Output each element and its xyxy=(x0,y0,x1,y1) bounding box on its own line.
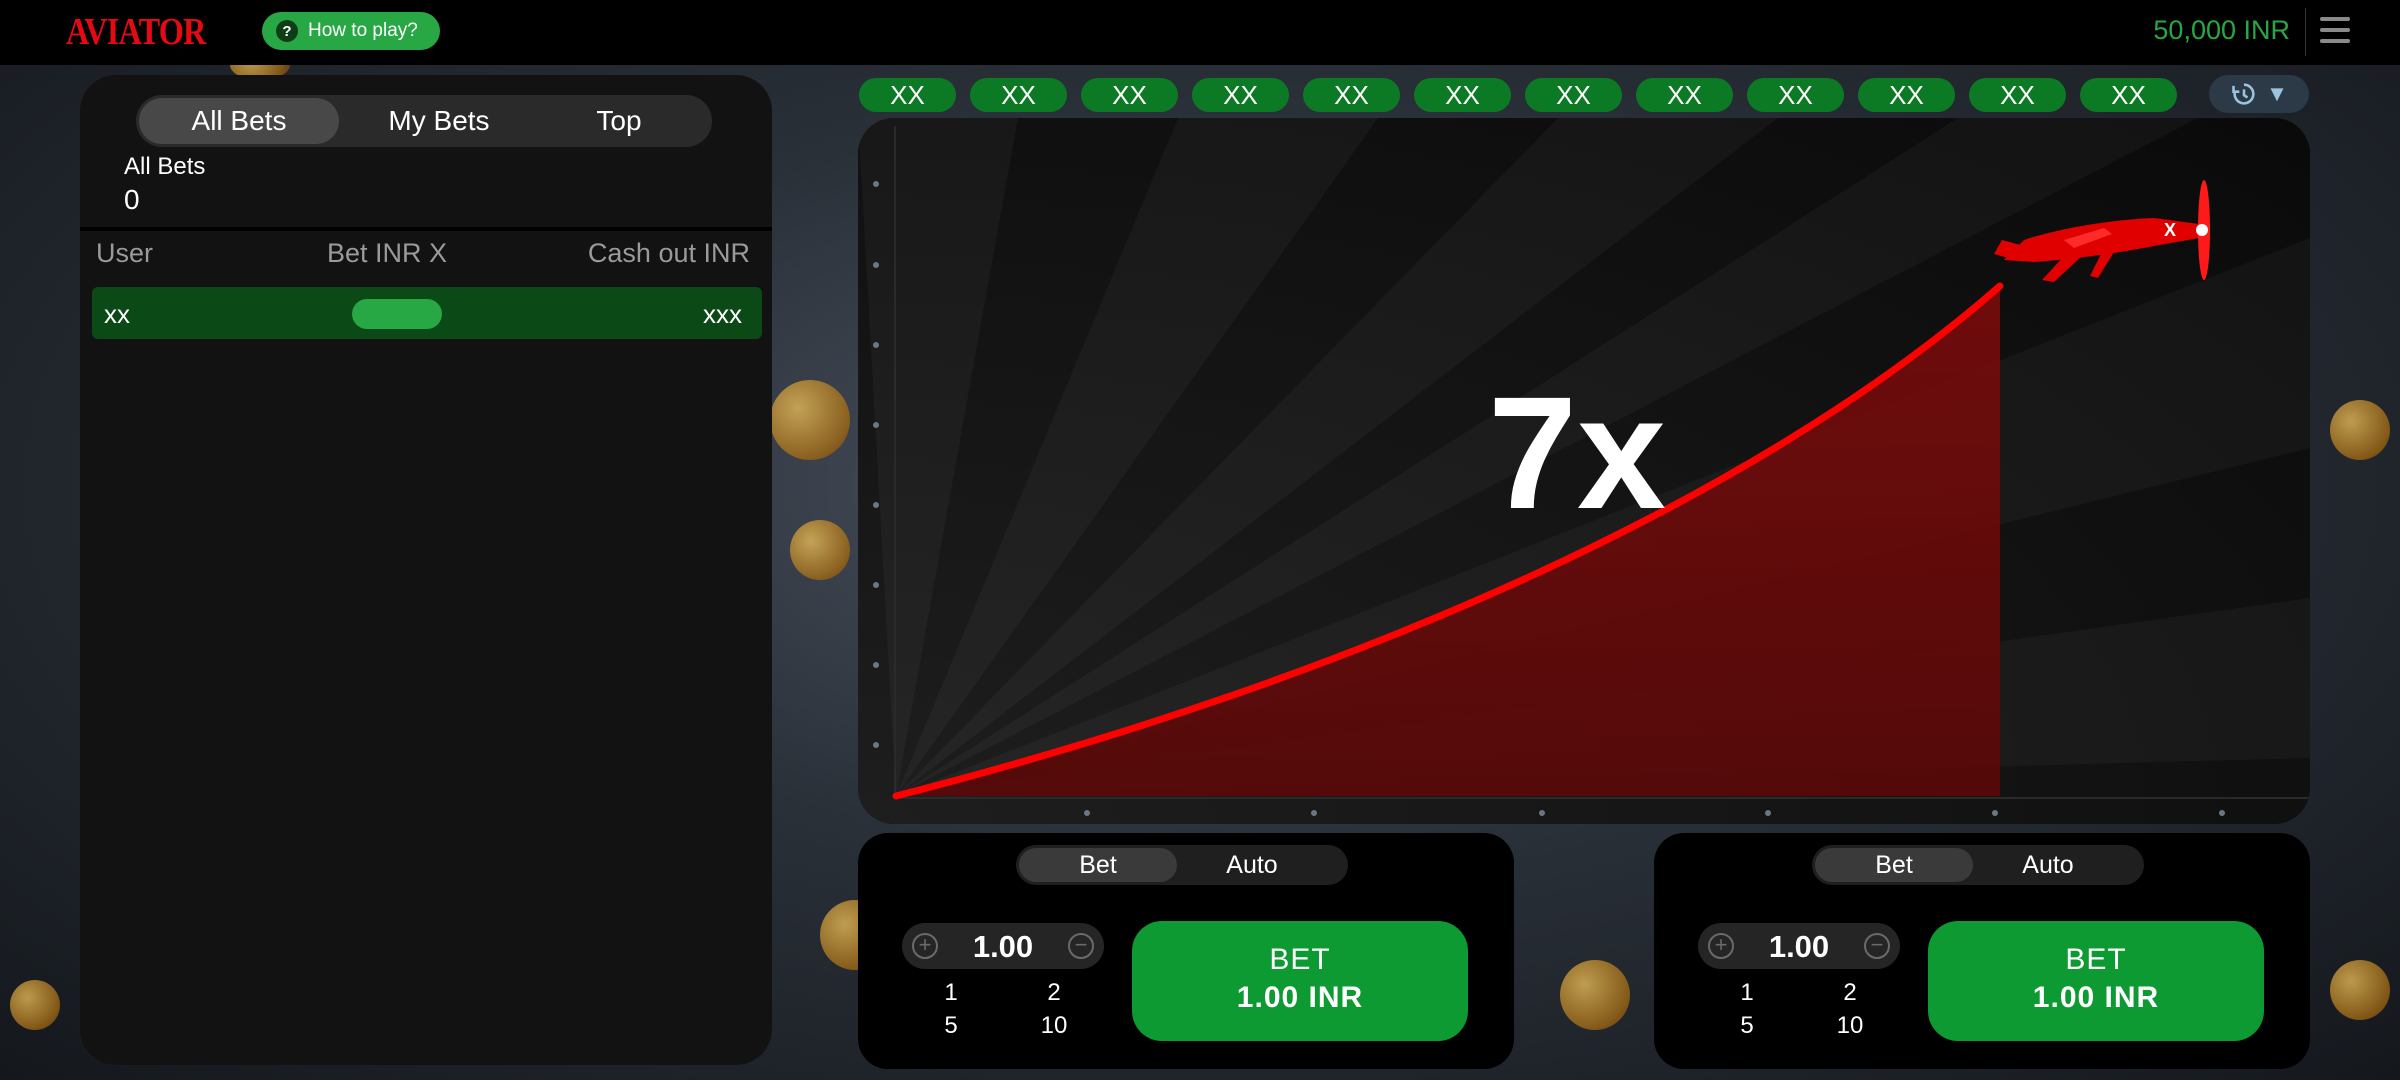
quick-amount-5[interactable]: 5 xyxy=(1717,1012,1777,1040)
bet-auto-toggle: Bet Auto xyxy=(1812,845,2144,885)
history-strip: XX XX XX XX XX XX XX XX XX XX XX XX xyxy=(859,78,2177,112)
tab-all-bets[interactable]: All Bets xyxy=(139,98,339,144)
top-bar: AVIATOR ? How to play? 50,000 INR xyxy=(0,0,2400,65)
bet-mode-tab[interactable]: Bet xyxy=(1815,848,1973,882)
minus-icon[interactable]: − xyxy=(1068,933,1094,959)
bet-auto-toggle: Bet Auto xyxy=(1016,845,1348,885)
history-chip[interactable]: XX xyxy=(1747,78,1844,112)
bet-button[interactable]: BET 1.00 INR xyxy=(1132,921,1468,1041)
history-toggle-button[interactable]: ▼ xyxy=(2209,75,2309,113)
history-icon xyxy=(2232,83,2255,105)
auto-mode-tab[interactable]: Auto xyxy=(1973,848,2123,882)
quick-amount-10[interactable]: 10 xyxy=(1820,1012,1880,1040)
column-header-cashout: Cash out INR xyxy=(587,238,750,268)
bet-panel-1: Bet Auto + 1.00 − 1 2 5 10 BET 1.00 INR xyxy=(858,833,1514,1069)
bet-button-amount: 1.00 INR xyxy=(2032,981,2160,1014)
history-chip[interactable]: XX xyxy=(1192,78,1289,112)
row-cash-out: xxx xyxy=(703,299,742,329)
balance-display: 50,000 INR xyxy=(2153,15,2290,45)
question-icon: ? xyxy=(276,20,298,42)
amount-stepper: + 1.00 − xyxy=(902,923,1104,969)
auto-mode-tab[interactable]: Auto xyxy=(1177,848,1327,882)
history-chip[interactable]: XX xyxy=(1081,78,1178,112)
quick-amount-1[interactable]: 1 xyxy=(1717,979,1777,1007)
history-chip[interactable]: XX xyxy=(1303,78,1400,112)
tab-top[interactable]: Top xyxy=(539,98,699,144)
history-chip[interactable]: XX xyxy=(1969,78,2066,112)
bets-table-header: User Bet INR X Cash out INR xyxy=(80,238,772,278)
header-separator xyxy=(80,227,772,231)
how-to-play-button[interactable]: ? How to play? xyxy=(262,12,440,50)
menu-icon[interactable] xyxy=(2320,17,2350,43)
tab-my-bets[interactable]: My Bets xyxy=(339,98,539,144)
bets-tabs: All Bets My Bets Top xyxy=(136,95,712,147)
bet-button-label: BET xyxy=(1269,943,1331,976)
column-header-user: User xyxy=(96,238,154,268)
bet-mode-tab[interactable]: Bet xyxy=(1019,848,1177,882)
history-chip[interactable]: XX xyxy=(859,78,956,112)
bets-panel: All Bets My Bets Top All Bets 0 User Bet… xyxy=(80,75,772,1065)
history-chip[interactable]: XX xyxy=(1414,78,1511,112)
history-chip[interactable]: XX xyxy=(1858,78,1955,112)
svg-text:X: X xyxy=(2164,220,2176,240)
minus-icon[interactable]: − xyxy=(1864,933,1890,959)
history-chip[interactable]: XX xyxy=(970,78,1067,112)
bet-button-amount: 1.00 INR xyxy=(1236,981,1364,1014)
quick-amount-2[interactable]: 2 xyxy=(1024,979,1084,1007)
multiplier-display: 7x xyxy=(1488,363,1666,542)
row-user: xx xyxy=(104,299,130,329)
table-row: xx xxx xyxy=(92,287,762,339)
bet-button-label: BET xyxy=(2065,943,2127,976)
aviator-logo: AVIATOR xyxy=(66,11,206,53)
chevron-down-icon: ▼ xyxy=(2266,81,2288,106)
row-bet-pill xyxy=(352,299,442,329)
quick-amount-5[interactable]: 5 xyxy=(921,1012,981,1040)
quick-amount-1[interactable]: 1 xyxy=(921,979,981,1007)
bet-panel-2: Bet Auto + 1.00 − 1 2 5 10 BET 1.00 INR xyxy=(1654,833,2310,1069)
how-to-play-label: How to play? xyxy=(308,20,418,41)
history-chip[interactable]: XX xyxy=(2080,78,2177,112)
all-bets-label: All Bets xyxy=(124,153,206,180)
amount-stepper: + 1.00 − xyxy=(1698,923,1900,969)
column-header-bet: Bet INR X xyxy=(327,238,448,268)
history-chip[interactable]: XX xyxy=(1525,78,1622,112)
bet-button[interactable]: BET 1.00 INR xyxy=(1928,921,2264,1041)
all-bets-count: 0 xyxy=(124,184,140,215)
history-chip[interactable]: XX xyxy=(1636,78,1733,112)
quick-amount-10[interactable]: 10 xyxy=(1024,1012,1084,1040)
quick-amount-2[interactable]: 2 xyxy=(1820,979,1880,1007)
header-divider xyxy=(2305,8,2306,56)
game-canvas: X 7x xyxy=(858,118,2310,824)
